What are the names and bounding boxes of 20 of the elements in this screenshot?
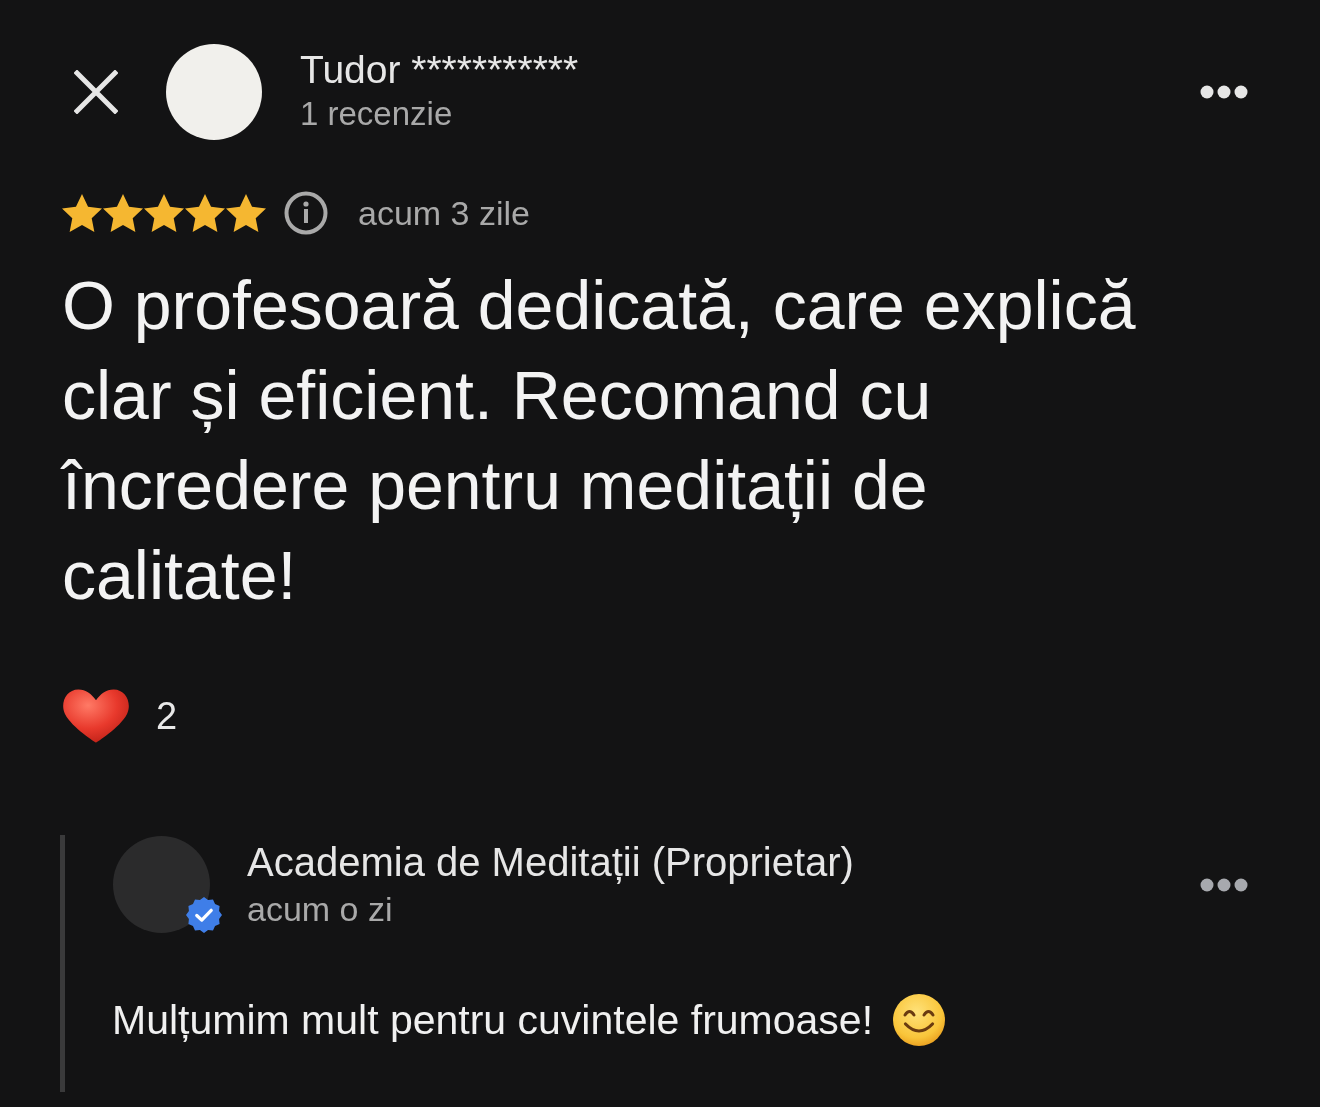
star-icon xyxy=(226,194,266,232)
owner-name: Academia de Meditații (Proprietar) xyxy=(247,838,854,886)
star-icon xyxy=(103,194,143,232)
star-icon xyxy=(144,194,184,232)
info-icon xyxy=(284,191,328,235)
reply-time: acum o zi xyxy=(247,888,394,930)
review-count: 1 recenzie xyxy=(300,94,454,134)
star-icon xyxy=(185,194,225,232)
close-icon xyxy=(74,70,118,114)
review-text: O profesoară dedicată, care explică clar și eficient. Recomand cu încredere pentru meditații de calitate! xyxy=(62,266,1137,615)
reply-text: Mulțumim mult pentru cuvintele frumoase! xyxy=(112,996,874,1045)
more-icon xyxy=(1200,85,1248,99)
reaction-button[interactable]: 2 xyxy=(62,684,178,748)
star-icon xyxy=(62,194,102,232)
smiling-face-icon xyxy=(893,994,946,1046)
close-button[interactable] xyxy=(72,68,120,116)
more-icon xyxy=(1200,877,1248,892)
info-button[interactable] xyxy=(284,191,328,235)
review-time: acum 3 zile xyxy=(358,193,530,233)
reviewer-name: Tudor *********** xyxy=(300,48,579,92)
